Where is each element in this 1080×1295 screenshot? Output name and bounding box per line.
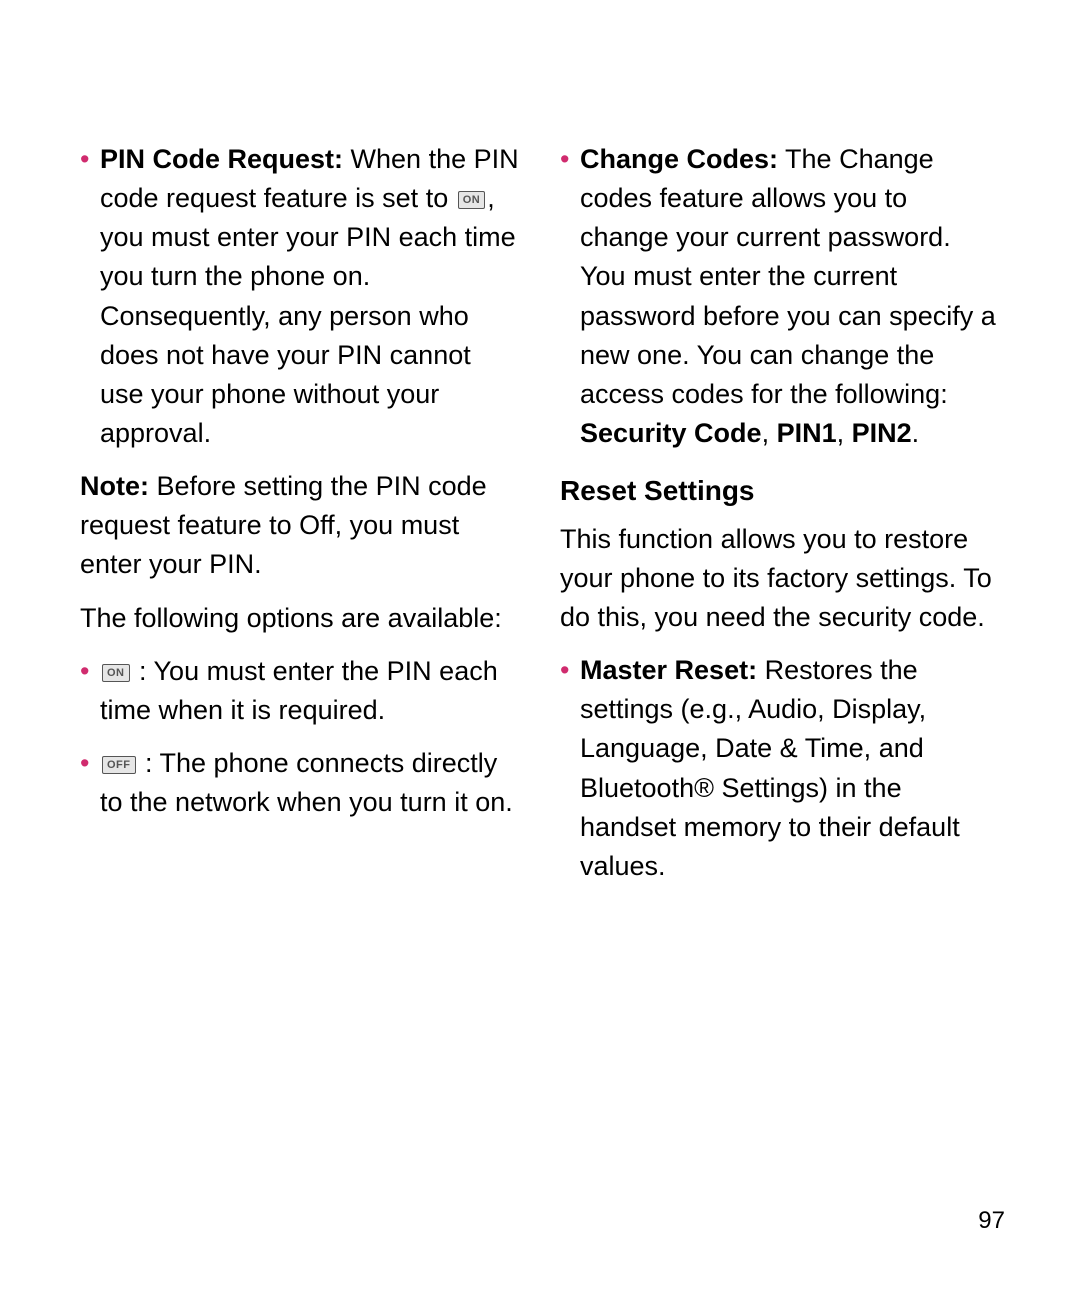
change-codes-title: Change Codes:: [580, 144, 778, 174]
master-reset-list: Master Reset: Restores the settings (e.g…: [560, 651, 1000, 886]
pin2-label: PIN2: [852, 418, 912, 448]
right-column: Change Codes: The Change codes feature a…: [560, 140, 1000, 900]
page-number: 97: [978, 1207, 1005, 1235]
option-off-body: : The phone connects directly to the net…: [100, 748, 513, 817]
period: .: [912, 418, 920, 448]
on-icon: ON: [458, 191, 486, 209]
reset-settings-body: This function allows you to restore your…: [560, 520, 1000, 637]
master-reset-body: Restores the settings (e.g., Audio, Disp…: [580, 655, 960, 881]
pin-code-request-title: PIN Code Request:: [100, 144, 343, 174]
master-reset-title: Master Reset:: [580, 655, 757, 685]
page-content: PIN Code Request: When the PIN code requ…: [0, 0, 1080, 900]
security-code-label: Security Code: [580, 418, 762, 448]
options-list: ON : You must enter the PIN each time wh…: [80, 652, 520, 823]
pin1-label: PIN1: [777, 418, 837, 448]
left-bullet-list: PIN Code Request: When the PIN code requ…: [80, 140, 520, 453]
left-column: PIN Code Request: When the PIN code requ…: [80, 140, 520, 900]
reset-settings-heading: Reset Settings: [560, 471, 1000, 512]
note-paragraph: Note: Before setting the PIN code reques…: [80, 467, 520, 584]
pin-code-request-body-after: , you must enter your PIN each time you …: [100, 183, 516, 448]
change-codes-body: The Change codes feature allows you to c…: [580, 144, 996, 409]
options-intro: The following options are available:: [80, 599, 520, 638]
option-on-item: ON : You must enter the PIN each time wh…: [80, 652, 520, 730]
on-icon: ON: [102, 664, 130, 682]
option-off-item: OFF : The phone connects directly to the…: [80, 744, 520, 822]
note-title: Note:: [80, 471, 149, 501]
sep2: ,: [837, 418, 852, 448]
change-codes-item: Change Codes: The Change codes feature a…: [560, 140, 1000, 453]
option-on-body: : You must enter the PIN each time when …: [100, 656, 498, 725]
off-icon: OFF: [102, 756, 136, 774]
pin-code-request-item: PIN Code Request: When the PIN code requ…: [80, 140, 520, 453]
right-bullet-list: Change Codes: The Change codes feature a…: [560, 140, 1000, 453]
master-reset-item: Master Reset: Restores the settings (e.g…: [560, 651, 1000, 886]
sep1: ,: [762, 418, 777, 448]
